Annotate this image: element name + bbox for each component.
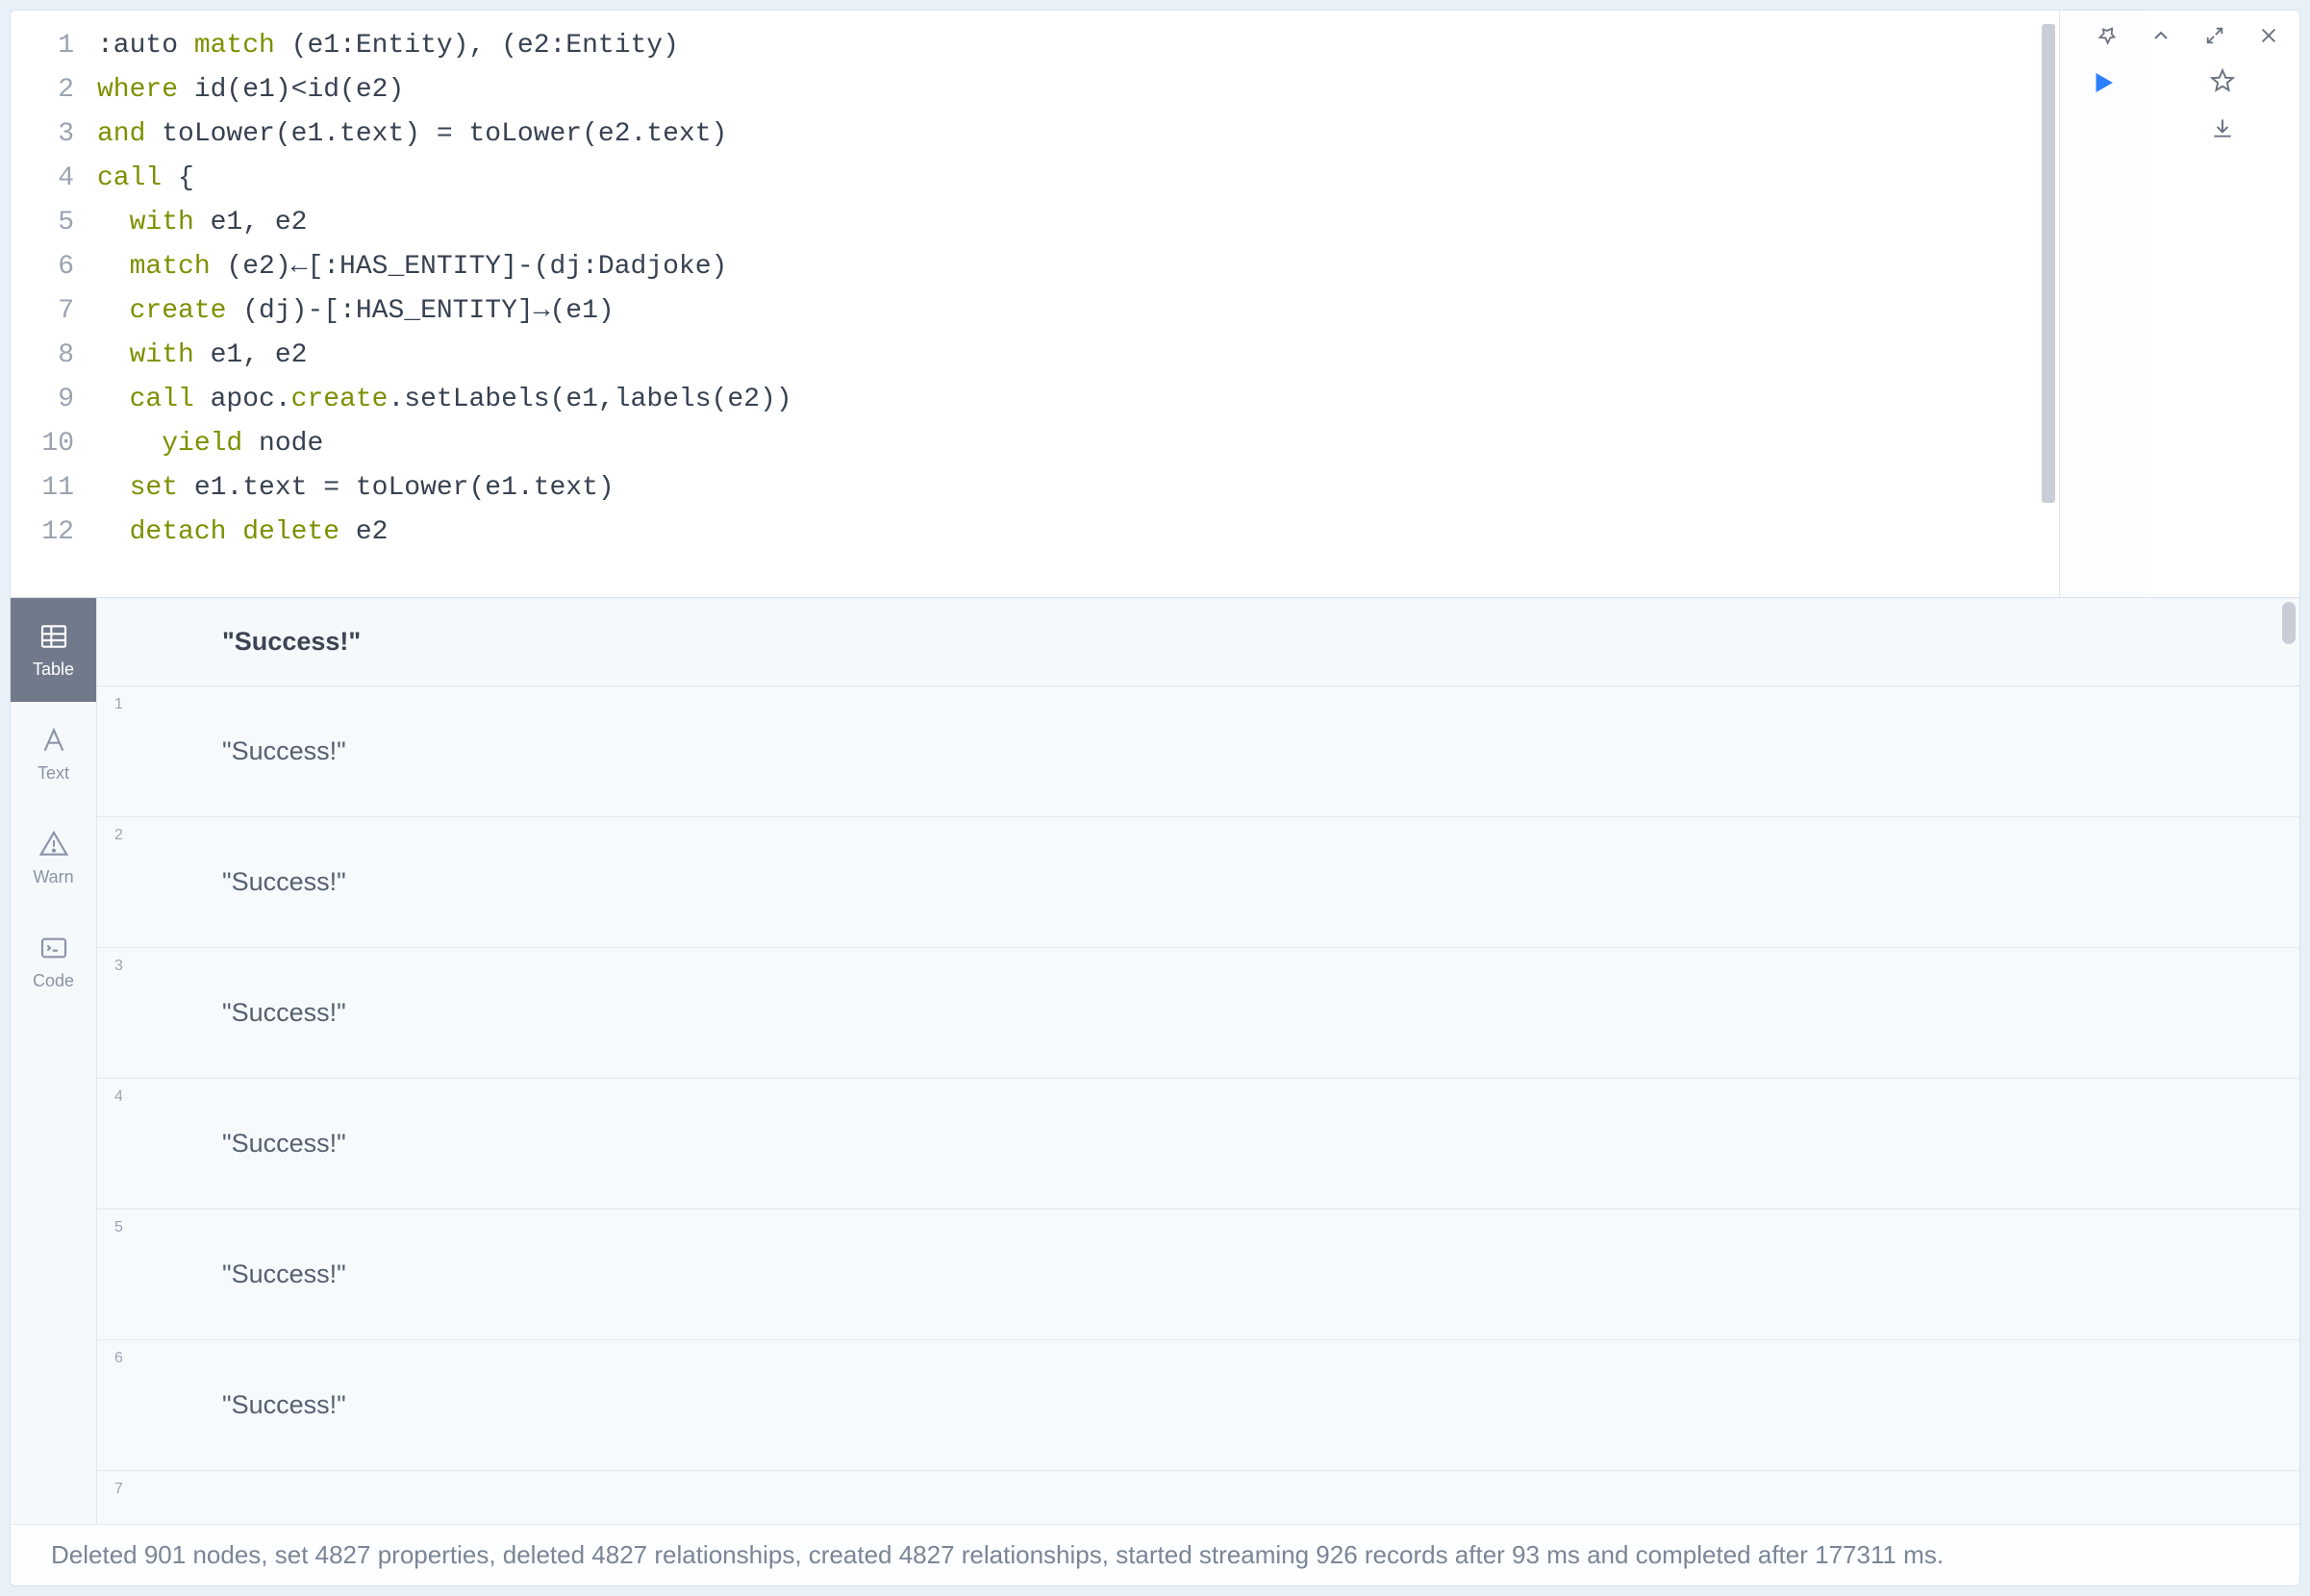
expand-icon[interactable] [2201, 22, 2228, 49]
results-area: Table Text Warn Code "Success!" 1 "Succes… [11, 597, 2299, 1524]
code-line: call { [97, 157, 2059, 201]
table-row[interactable]: 6 "Success!" [97, 1340, 2299, 1471]
line-number: 6 [11, 245, 74, 289]
run-column [2059, 11, 2146, 597]
tab-table-label: Table [33, 660, 74, 680]
tab-warn[interactable]: Warn [11, 806, 96, 910]
pin-icon[interactable] [2094, 22, 2121, 49]
row-cell: "Success!" [97, 1129, 346, 1159]
line-number: 7 [11, 289, 74, 334]
tab-text[interactable]: Text [11, 702, 96, 806]
row-cell: "Success!" [97, 998, 346, 1028]
chevron-up-icon[interactable] [2147, 22, 2174, 49]
code-lines: :auto match (e1:Entity), (e2:Entity)wher… [97, 24, 2059, 597]
results-table[interactable]: "Success!" 1 "Success!" 2 "Success!" 3 "Succe… [97, 598, 2299, 1524]
code-line: detach delete e2 [97, 511, 2059, 555]
status-bar: Deleted 901 nodes, set 4827 properties, … [11, 1524, 2299, 1585]
line-number: 12 [11, 511, 74, 555]
code-line: where id(e1)<id(e2) [97, 68, 2059, 112]
row-cell: "Success!" [97, 867, 346, 897]
table-row[interactable]: 5 "Success!" [97, 1209, 2299, 1340]
line-number: 11 [11, 466, 74, 511]
code-line: with e1, e2 [97, 201, 2059, 245]
code-line: call apoc.create.setLabels(e1,labels(e2)… [97, 378, 2059, 422]
row-number: 3 [114, 958, 123, 975]
code-line: with e1, e2 [97, 334, 2059, 378]
code-line: create (dj)-[:HAS_ENTITY]→(e1) [97, 289, 2059, 334]
line-number: 8 [11, 334, 74, 378]
line-number-gutter: 123456789101112 [11, 24, 97, 597]
code-line: :auto match (e1:Entity), (e2:Entity) [97, 24, 2059, 68]
line-number: 1 [11, 24, 74, 68]
tab-table[interactable]: Table [11, 598, 96, 702]
favorite-icon[interactable] [2210, 68, 2235, 98]
download-icon[interactable] [2210, 115, 2235, 145]
query-result-panel: 123456789101112 :auto match (e1:Entity),… [10, 10, 2300, 1586]
secondary-actions [2146, 11, 2299, 597]
run-button[interactable] [2089, 68, 2118, 597]
row-number: 1 [114, 696, 123, 713]
row-number: 6 [114, 1350, 123, 1367]
tab-text-label: Text [38, 763, 69, 784]
code-editor[interactable]: 123456789101112 :auto match (e1:Entity),… [11, 11, 2059, 597]
results-header: "Success!" [97, 598, 2299, 686]
editor-scrollbar[interactable] [2042, 24, 2055, 503]
close-icon[interactable] [2255, 22, 2282, 49]
row-cell: "Success!" [97, 736, 346, 766]
tab-code[interactable]: Code [11, 910, 96, 1013]
row-number: 4 [114, 1088, 123, 1106]
tab-code-label: Code [33, 971, 74, 991]
code-line: set e1.text = toLower(e1.text) [97, 466, 2059, 511]
code-line: match (e2)←[:HAS_ENTITY]-(dj:Dadjoke) [97, 245, 2059, 289]
table-row[interactable]: 1 "Success!" [97, 686, 2299, 817]
row-number: 2 [114, 827, 123, 844]
line-number: 4 [11, 157, 74, 201]
panel-top-actions [2094, 22, 2282, 49]
row-cell: "Success!" [97, 1390, 346, 1420]
editor-wrap: 123456789101112 :auto match (e1:Entity),… [11, 11, 2299, 597]
row-cell: "Success!" [97, 1259, 346, 1289]
row-number: 7 [114, 1481, 123, 1498]
code-line: yield node [97, 422, 2059, 466]
tab-warn-label: Warn [33, 867, 73, 887]
status-text: Deleted 901 nodes, set 4827 properties, … [51, 1540, 1944, 1570]
line-number: 3 [11, 112, 74, 157]
line-number: 10 [11, 422, 74, 466]
table-row[interactable]: 7 [97, 1471, 2299, 1524]
view-tabs: Table Text Warn Code [11, 598, 97, 1524]
row-number: 5 [114, 1219, 123, 1236]
table-row[interactable]: 4 "Success!" [97, 1079, 2299, 1209]
line-number: 5 [11, 201, 74, 245]
line-number: 2 [11, 68, 74, 112]
results-scrollbar[interactable] [2282, 602, 2296, 644]
table-row[interactable]: 3 "Success!" [97, 948, 2299, 1079]
results-header-cell: "Success!" [222, 627, 361, 657]
line-number: 9 [11, 378, 74, 422]
table-row[interactable]: 2 "Success!" [97, 817, 2299, 948]
code-line: and toLower(e1.text) = toLower(e2.text) [97, 112, 2059, 157]
